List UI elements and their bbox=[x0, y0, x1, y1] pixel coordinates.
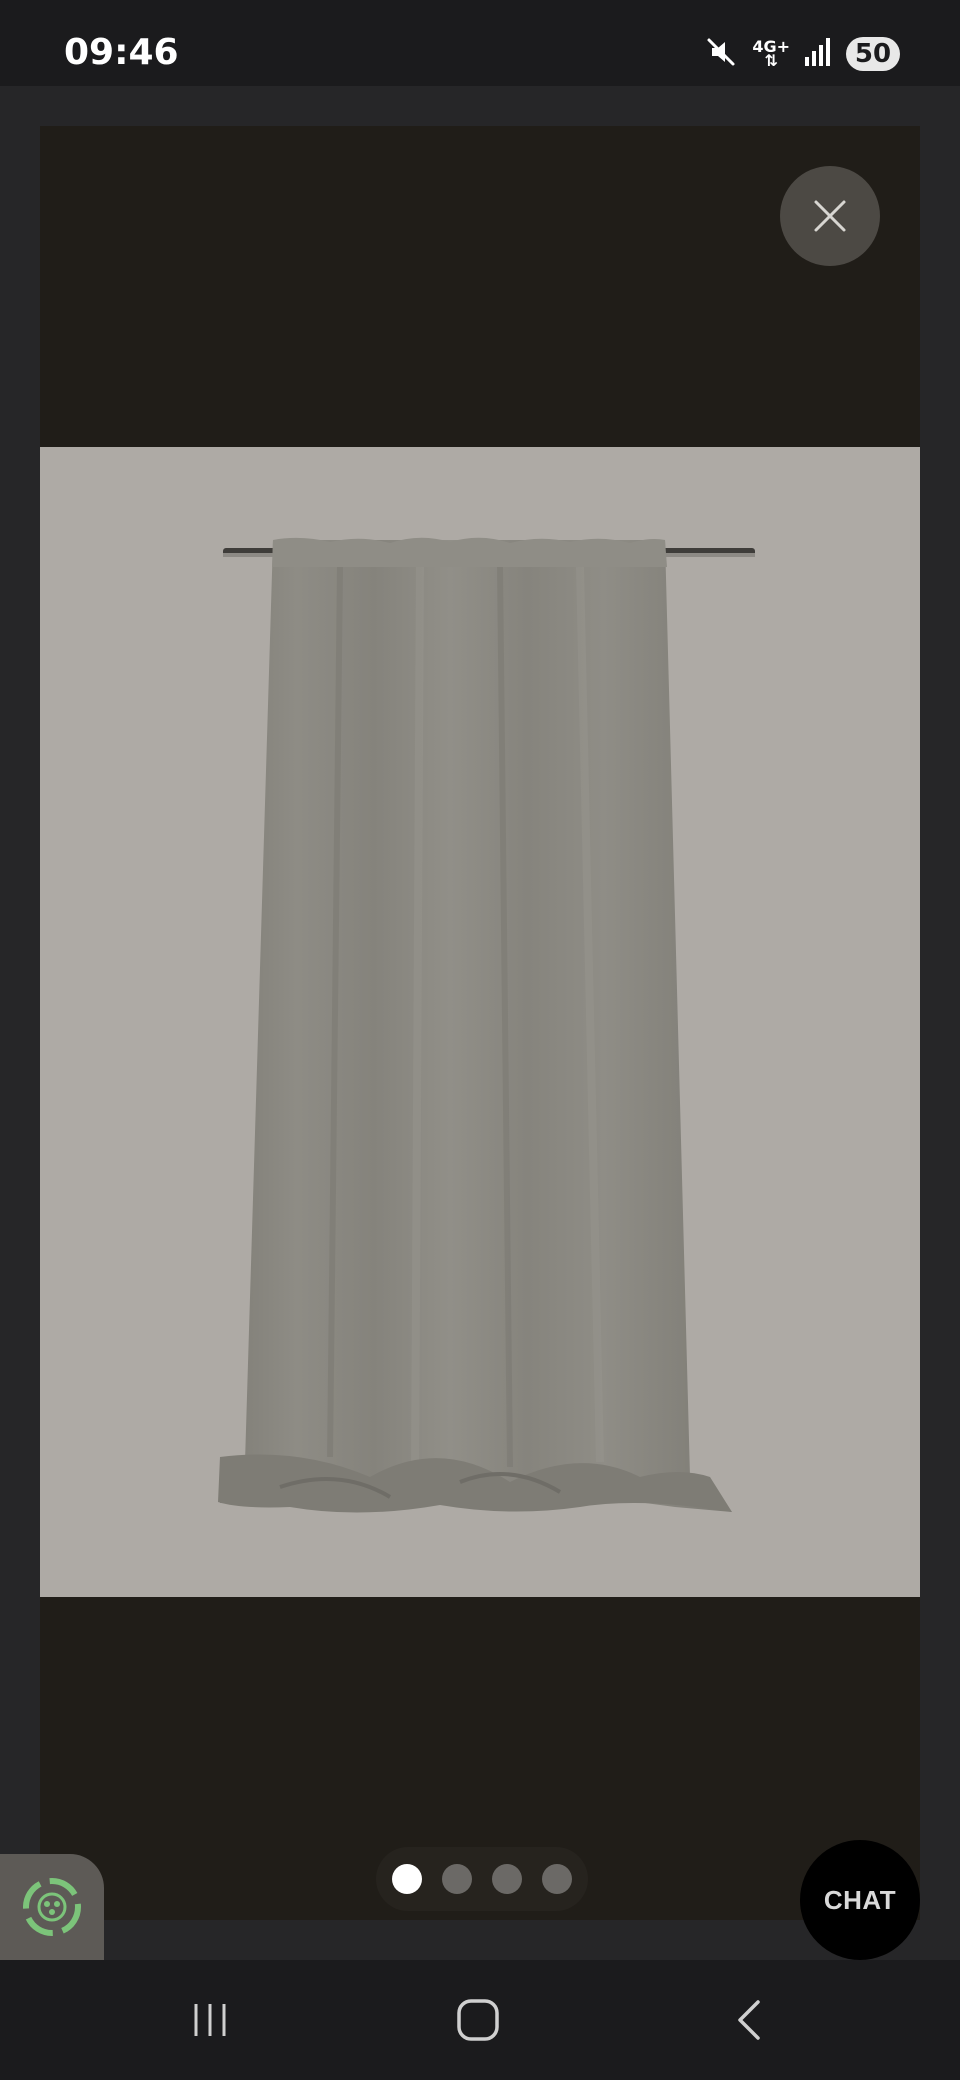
home-icon bbox=[457, 1999, 499, 2041]
data-arrows-icon: ⇅ bbox=[764, 51, 778, 70]
mute-icon bbox=[704, 35, 738, 74]
pagination-dot-2[interactable] bbox=[442, 1864, 472, 1894]
eco-recycle-icon bbox=[23, 1878, 81, 1936]
battery-indicator: 50 bbox=[846, 37, 900, 71]
status-icons: 4G+ ⇅ 50 bbox=[704, 34, 900, 74]
status-bar: 09:46 4G+ ⇅ 50 bbox=[0, 0, 960, 86]
pagination-dot-3[interactable] bbox=[492, 1864, 522, 1894]
home-button[interactable] bbox=[418, 1980, 538, 2060]
image-stage[interactable]: CHAT bbox=[40, 126, 920, 1960]
image-pagination bbox=[376, 1847, 588, 1911]
close-button[interactable] bbox=[780, 166, 880, 266]
signal-icon bbox=[804, 37, 832, 72]
eco-badge[interactable] bbox=[0, 1854, 104, 1960]
recents-button[interactable] bbox=[150, 1980, 270, 2060]
back-icon bbox=[738, 2000, 760, 2040]
pagination-dot-1[interactable] bbox=[392, 1864, 422, 1894]
status-time: 09:46 bbox=[64, 32, 179, 73]
pagination-dot-4[interactable] bbox=[542, 1864, 572, 1894]
navigation-bar bbox=[0, 1960, 960, 2080]
back-button[interactable] bbox=[690, 1980, 810, 2060]
chat-button[interactable]: CHAT bbox=[800, 1840, 920, 1960]
curtain-image bbox=[218, 537, 755, 1513]
product-photo[interactable] bbox=[40, 447, 920, 1597]
recents-icon bbox=[194, 2004, 226, 2036]
image-viewer: CHAT bbox=[0, 86, 960, 1960]
network-type: 4G+ ⇅ bbox=[752, 39, 790, 70]
close-icon bbox=[814, 200, 846, 232]
